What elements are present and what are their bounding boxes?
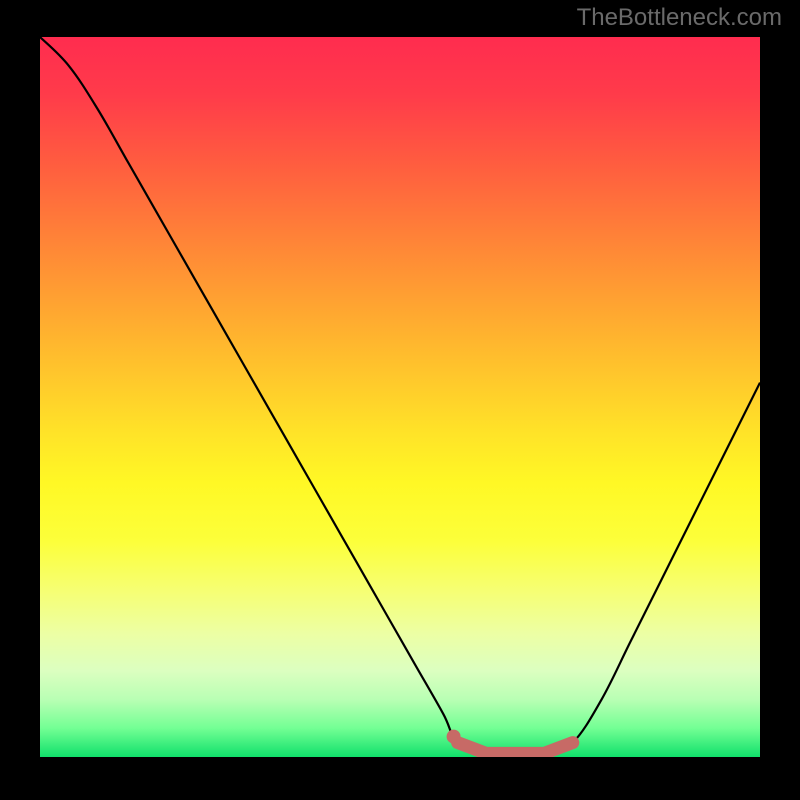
optimal-range-markers [40,37,760,757]
watermark-text: TheBottleneck.com [577,4,782,32]
